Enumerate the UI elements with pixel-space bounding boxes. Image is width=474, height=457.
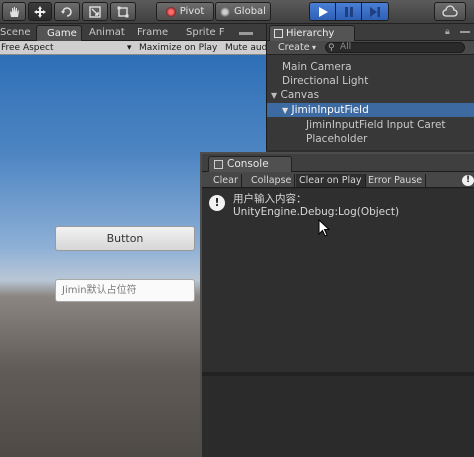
globe-icon — [220, 6, 231, 17]
tab-frame[interactable]: Frame — [134, 25, 178, 41]
info-filter-icon[interactable]: ! — [462, 175, 474, 186]
hierarchy-panel: Hierarchy 🔒︎ Create ▾ All ⚲ Main Camera … — [266, 24, 474, 150]
search-icon: ⚲ — [328, 43, 335, 53]
collapse-button[interactable]: Collapse — [248, 174, 296, 187]
create-chevron-icon: ▾ — [312, 43, 317, 52]
hierarchy-tabbar: Hierarchy 🔒︎ — [267, 24, 474, 41]
pivot-label: Pivot — [179, 6, 205, 17]
move-arrows-icon — [34, 5, 46, 18]
create-dropdown[interactable]: Create — [278, 41, 310, 55]
clear-button[interactable]: Clear — [210, 174, 242, 187]
log-entry[interactable]: ! 用户输入内容： UnityEngine.Debug:Log(Object) — [202, 191, 474, 219]
console-tab-label: Console — [227, 158, 269, 170]
console-window: Console Clear Collapse Clear on Play Err… — [200, 152, 474, 457]
console-tabbar: Console — [202, 154, 474, 172]
play-icon — [318, 6, 328, 17]
rect-transform-icon — [117, 6, 129, 17]
rotate-tool-button[interactable] — [54, 2, 80, 21]
scale-icon — [89, 5, 101, 18]
hierarchy-menu-icon[interactable] — [460, 28, 470, 36]
clear-on-play-toggle[interactable]: Clear on Play — [296, 174, 366, 187]
play-button[interactable] — [310, 3, 336, 20]
console-toolbar: Clear Collapse Clear on Play Error Pause… — [202, 172, 474, 188]
tab-scene[interactable]: Scene — [0, 25, 33, 41]
console-tab-icon — [214, 160, 223, 169]
tab-hierarchy[interactable]: Hierarchy — [269, 25, 355, 41]
game-tab-label: Game — [47, 28, 77, 39]
game-ui-button[interactable]: Button — [55, 226, 195, 251]
global-toggle[interactable]: Global — [215, 2, 271, 21]
rotate-icon — [61, 6, 72, 17]
panel-menu-icon[interactable] — [239, 28, 253, 38]
main-toolbar: Pivot Global — [0, 0, 474, 24]
aspect-dropdown[interactable]: Free Aspect — [1, 42, 54, 54]
info-icon: ! — [209, 195, 225, 211]
tab-sprite[interactable]: Sprite F — [183, 25, 231, 41]
hierarchy-item-input-caret[interactable]: JiminInputField Input Caret — [267, 118, 474, 132]
step-button[interactable] — [362, 3, 388, 20]
aspect-chevron-icon: ▾ — [127, 43, 132, 53]
tab-animation[interactable]: Animat — [86, 25, 132, 41]
hierarchy-item-directional-light[interactable]: Directional Light — [267, 74, 474, 88]
collab-cloud-button[interactable] — [434, 2, 466, 21]
log-message: 用户输入内容： — [233, 193, 307, 205]
cloud-icon — [442, 4, 458, 17]
playback-controls — [309, 2, 389, 21]
pause-button[interactable] — [336, 3, 362, 20]
game-input-field[interactable]: Jimin默认占位符 — [55, 279, 195, 302]
hierarchy-item-jimin-inputfield[interactable]: ▼ JiminInputField — [267, 103, 474, 117]
hierarchy-item-label: JiminInputField — [291, 104, 369, 116]
game-control-bar: Free Aspect ▾ Maximize on Play Mute aud — [0, 41, 266, 55]
hand-icon — [10, 6, 19, 17]
pivot-icon — [165, 6, 176, 17]
hierarchy-tab-icon — [274, 29, 283, 38]
mute-audio-toggle[interactable]: Mute aud — [225, 42, 266, 54]
expand-arrow-icon[interactable]: ▼ — [282, 106, 288, 115]
hierarchy-item-label: Main Camera — [282, 61, 352, 73]
move-tool-button[interactable] — [28, 2, 52, 21]
console-log-list[interactable]: ! 用户输入内容： UnityEngine.Debug:Log(Object) — [202, 189, 474, 372]
scale-tool-button[interactable] — [82, 2, 108, 21]
pivot-toggle[interactable]: Pivot — [156, 2, 214, 21]
hierarchy-tab-label: Hierarchy — [286, 28, 335, 39]
hierarchy-item-label: Placeholder — [306, 133, 368, 145]
maximize-on-play-toggle[interactable]: Maximize on Play — [139, 42, 217, 54]
hierarchy-search-input[interactable]: All — [325, 42, 465, 53]
console-detail-area — [202, 376, 474, 457]
hierarchy-control-bar: Create ▾ All ⚲ — [267, 41, 474, 55]
hierarchy-item-label: JiminInputField Input Caret — [306, 119, 446, 131]
error-pause-toggle[interactable]: Error Pause — [365, 174, 427, 187]
step-icon — [370, 6, 380, 17]
game-tabbar: Scene Game Animat Frame Sprite F — [0, 24, 266, 41]
hierarchy-item-canvas[interactable]: ▼ Canvas — [267, 88, 474, 102]
lock-icon[interactable]: 🔒︎ — [445, 27, 450, 37]
log-stacktrace: UnityEngine.Debug:Log(Object) — [233, 206, 400, 218]
tab-game[interactable]: Game — [36, 25, 82, 41]
expand-arrow-icon[interactable]: ▼ — [271, 91, 277, 100]
hierarchy-item-label: Directional Light — [282, 75, 369, 87]
mouse-cursor-icon — [318, 219, 330, 237]
rect-tool-button[interactable] — [110, 2, 136, 21]
hand-tool-button[interactable] — [2, 2, 26, 21]
hierarchy-item-label: Canvas — [280, 89, 320, 101]
hierarchy-item-main-camera[interactable]: Main Camera — [267, 60, 474, 74]
pause-icon — [344, 6, 353, 17]
global-label: Global — [234, 6, 266, 17]
hierarchy-item-placeholder[interactable]: Placeholder — [267, 132, 474, 146]
tab-console[interactable]: Console — [208, 156, 292, 172]
